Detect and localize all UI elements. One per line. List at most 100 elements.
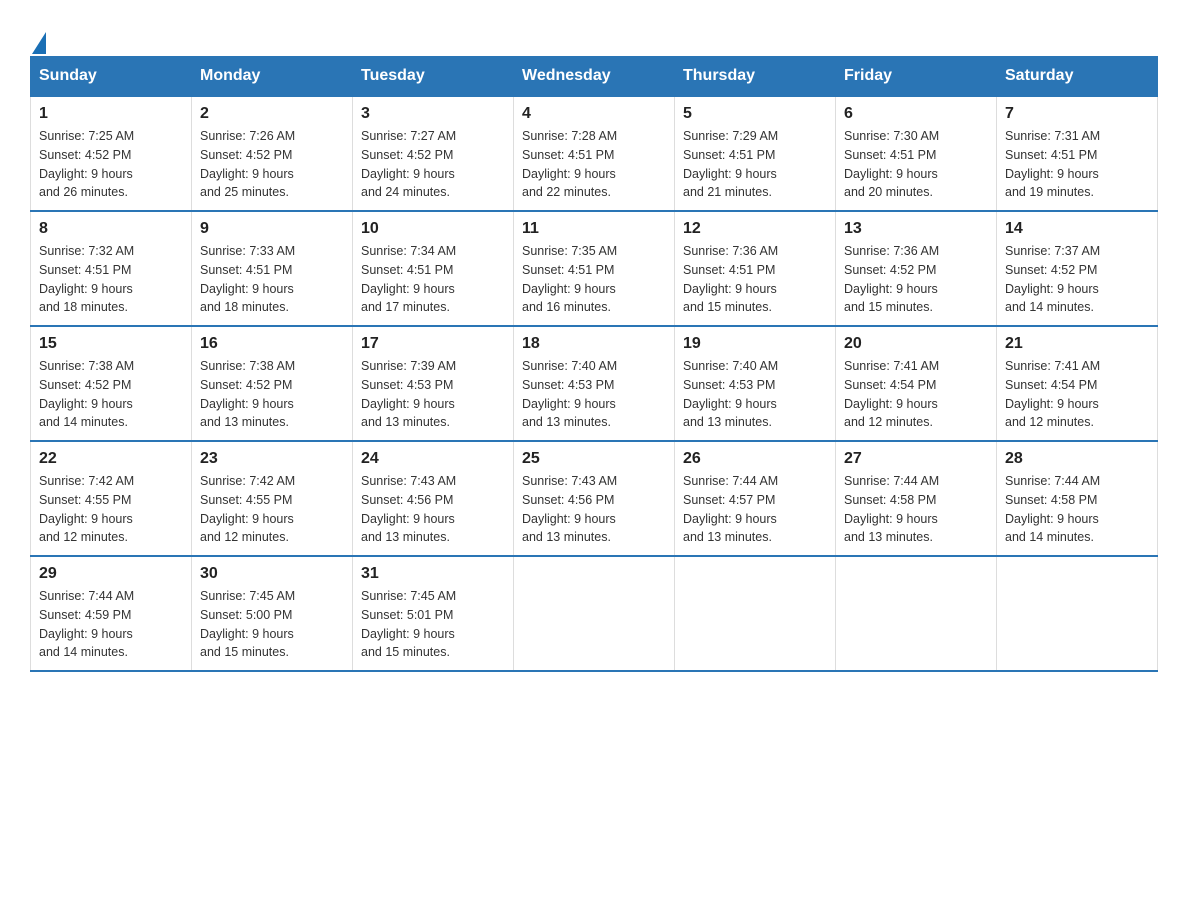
- calendar-cell: 27Sunrise: 7:44 AMSunset: 4:58 PMDayligh…: [836, 441, 997, 556]
- day-info: Sunrise: 7:42 AMSunset: 4:55 PMDaylight:…: [39, 472, 183, 547]
- day-info: Sunrise: 7:40 AMSunset: 4:53 PMDaylight:…: [522, 357, 666, 432]
- calendar-cell: [836, 556, 997, 671]
- calendar-week-3: 15 Sunrise: 7:38 AMSunset: 4:52 PMDayligh…: [31, 326, 1158, 441]
- calendar-cell: 22 Sunrise: 7:42 AMSunset: 4:55 PMDayligh…: [31, 441, 192, 556]
- day-number: 5: [683, 105, 827, 123]
- day-number: 21: [1005, 335, 1149, 353]
- day-number: 14: [1005, 220, 1149, 238]
- day-info: Sunrise: 7:26 AMSunset: 4:52 PMDaylight:…: [200, 127, 344, 202]
- day-number: 24: [361, 450, 505, 468]
- day-number: 26: [683, 450, 827, 468]
- calendar-cell: 24 Sunrise: 7:43 AMSunset: 4:56 PMDayligh…: [353, 441, 514, 556]
- day-number: 12: [683, 220, 827, 238]
- day-info: Sunrise: 7:30 AMSunset: 4:51 PMDaylight:…: [844, 127, 988, 202]
- calendar-cell: 4Sunrise: 7:28 AMSunset: 4:51 PMDaylight…: [514, 96, 675, 211]
- calendar-cell: 12 Sunrise: 7:36 AMSunset: 4:51 PMDayligh…: [675, 211, 836, 326]
- calendar-cell: 17 Sunrise: 7:39 AMSunset: 4:53 PMDayligh…: [353, 326, 514, 441]
- calendar-cell: 13 Sunrise: 7:36 AMSunset: 4:52 PMDayligh…: [836, 211, 997, 326]
- calendar-cell: [514, 556, 675, 671]
- day-number: 20: [844, 335, 988, 353]
- day-number: 9: [200, 220, 344, 238]
- calendar-cell: 16Sunrise: 7:38 AMSunset: 4:52 PMDayligh…: [192, 326, 353, 441]
- day-info: Sunrise: 7:39 AMSunset: 4:53 PMDaylight:…: [361, 357, 505, 432]
- calendar-cell: 14 Sunrise: 7:37 AMSunset: 4:52 PMDayligh…: [997, 211, 1158, 326]
- weekday-header-wednesday: Wednesday: [514, 57, 675, 97]
- calendar-cell: 10Sunrise: 7:34 AMSunset: 4:51 PMDayligh…: [353, 211, 514, 326]
- day-info: Sunrise: 7:36 AMSunset: 4:52 PMDaylight:…: [844, 242, 988, 317]
- day-number: 3: [361, 105, 505, 123]
- day-info: Sunrise: 7:42 AMSunset: 4:55 PMDaylight:…: [200, 472, 344, 547]
- day-number: 10: [361, 220, 505, 238]
- calendar-cell: 31 Sunrise: 7:45 AMSunset: 5:01 PMDayligh…: [353, 556, 514, 671]
- day-info: Sunrise: 7:44 AMSunset: 4:58 PMDaylight:…: [1005, 472, 1149, 547]
- day-number: 13: [844, 220, 988, 238]
- page-header: [30, 20, 1158, 46]
- day-info: Sunrise: 7:45 AMSunset: 5:00 PMDaylight:…: [200, 587, 344, 662]
- calendar-cell: 30 Sunrise: 7:45 AMSunset: 5:00 PMDayligh…: [192, 556, 353, 671]
- calendar-week-2: 8 Sunrise: 7:32 AMSunset: 4:51 PMDaylight…: [31, 211, 1158, 326]
- calendar-cell: 9 Sunrise: 7:33 AMSunset: 4:51 PMDaylight…: [192, 211, 353, 326]
- day-info: Sunrise: 7:38 AMSunset: 4:52 PMDaylight:…: [200, 357, 344, 432]
- weekday-header-friday: Friday: [836, 57, 997, 97]
- day-info: Sunrise: 7:29 AMSunset: 4:51 PMDaylight:…: [683, 127, 827, 202]
- day-number: 4: [522, 105, 666, 123]
- calendar-cell: 15 Sunrise: 7:38 AMSunset: 4:52 PMDayligh…: [31, 326, 192, 441]
- day-info: Sunrise: 7:44 AMSunset: 4:59 PMDaylight:…: [39, 587, 183, 662]
- day-number: 31: [361, 565, 505, 583]
- day-number: 2: [200, 105, 344, 123]
- day-info: Sunrise: 7:38 AMSunset: 4:52 PMDaylight:…: [39, 357, 183, 432]
- calendar-cell: 5 Sunrise: 7:29 AMSunset: 4:51 PMDaylight…: [675, 96, 836, 211]
- day-number: 25: [522, 450, 666, 468]
- calendar-cell: 20 Sunrise: 7:41 AMSunset: 4:54 PMDayligh…: [836, 326, 997, 441]
- day-number: 30: [200, 565, 344, 583]
- weekday-header-tuesday: Tuesday: [353, 57, 514, 97]
- day-number: 1: [39, 105, 183, 123]
- calendar-cell: 25 Sunrise: 7:43 AMSunset: 4:56 PMDayligh…: [514, 441, 675, 556]
- day-number: 27: [844, 450, 988, 468]
- day-number: 17: [361, 335, 505, 353]
- day-info: Sunrise: 7:33 AMSunset: 4:51 PMDaylight:…: [200, 242, 344, 317]
- day-number: 22: [39, 450, 183, 468]
- day-info: Sunrise: 7:37 AMSunset: 4:52 PMDaylight:…: [1005, 242, 1149, 317]
- weekday-header-saturday: Saturday: [997, 57, 1158, 97]
- calendar-cell: [675, 556, 836, 671]
- calendar-cell: 7Sunrise: 7:31 AMSunset: 4:51 PMDaylight…: [997, 96, 1158, 211]
- calendar-cell: 18Sunrise: 7:40 AMSunset: 4:53 PMDayligh…: [514, 326, 675, 441]
- calendar-cell: 8 Sunrise: 7:32 AMSunset: 4:51 PMDaylight…: [31, 211, 192, 326]
- day-info: Sunrise: 7:44 AMSunset: 4:57 PMDaylight:…: [683, 472, 827, 547]
- calendar-cell: 3 Sunrise: 7:27 AMSunset: 4:52 PMDaylight…: [353, 96, 514, 211]
- day-info: Sunrise: 7:41 AMSunset: 4:54 PMDaylight:…: [1005, 357, 1149, 432]
- calendar-cell: 29 Sunrise: 7:44 AMSunset: 4:59 PMDayligh…: [31, 556, 192, 671]
- day-info: Sunrise: 7:32 AMSunset: 4:51 PMDaylight:…: [39, 242, 183, 317]
- weekday-header-sunday: Sunday: [31, 57, 192, 97]
- logo-triangle-icon: [32, 32, 46, 54]
- day-number: 23: [200, 450, 344, 468]
- day-info: Sunrise: 7:36 AMSunset: 4:51 PMDaylight:…: [683, 242, 827, 317]
- day-info: Sunrise: 7:27 AMSunset: 4:52 PMDaylight:…: [361, 127, 505, 202]
- day-info: Sunrise: 7:35 AMSunset: 4:51 PMDaylight:…: [522, 242, 666, 317]
- day-info: Sunrise: 7:41 AMSunset: 4:54 PMDaylight:…: [844, 357, 988, 432]
- calendar-cell: 6Sunrise: 7:30 AMSunset: 4:51 PMDaylight…: [836, 96, 997, 211]
- weekday-header-monday: Monday: [192, 57, 353, 97]
- calendar-cell: 11 Sunrise: 7:35 AMSunset: 4:51 PMDayligh…: [514, 211, 675, 326]
- day-info: Sunrise: 7:40 AMSunset: 4:53 PMDaylight:…: [683, 357, 827, 432]
- day-info: Sunrise: 7:45 AMSunset: 5:01 PMDaylight:…: [361, 587, 505, 662]
- calendar-week-1: 1 Sunrise: 7:25 AMSunset: 4:52 PMDaylight…: [31, 96, 1158, 211]
- calendar-cell: 2 Sunrise: 7:26 AMSunset: 4:52 PMDaylight…: [192, 96, 353, 211]
- weekday-header-thursday: Thursday: [675, 57, 836, 97]
- day-info: Sunrise: 7:25 AMSunset: 4:52 PMDaylight:…: [39, 127, 183, 202]
- day-number: 19: [683, 335, 827, 353]
- calendar-cell: 19 Sunrise: 7:40 AMSunset: 4:53 PMDayligh…: [675, 326, 836, 441]
- day-number: 28: [1005, 450, 1149, 468]
- day-info: Sunrise: 7:43 AMSunset: 4:56 PMDaylight:…: [361, 472, 505, 547]
- day-info: Sunrise: 7:43 AMSunset: 4:56 PMDaylight:…: [522, 472, 666, 547]
- calendar-cell: 21 Sunrise: 7:41 AMSunset: 4:54 PMDayligh…: [997, 326, 1158, 441]
- calendar-week-4: 22 Sunrise: 7:42 AMSunset: 4:55 PMDayligh…: [31, 441, 1158, 556]
- day-number: 29: [39, 565, 183, 583]
- day-number: 8: [39, 220, 183, 238]
- calendar-header-row: SundayMondayTuesdayWednesdayThursdayFrid…: [31, 57, 1158, 97]
- day-number: 15: [39, 335, 183, 353]
- day-number: 11: [522, 220, 666, 238]
- calendar-cell: 28 Sunrise: 7:44 AMSunset: 4:58 PMDayligh…: [997, 441, 1158, 556]
- calendar-week-5: 29 Sunrise: 7:44 AMSunset: 4:59 PMDayligh…: [31, 556, 1158, 671]
